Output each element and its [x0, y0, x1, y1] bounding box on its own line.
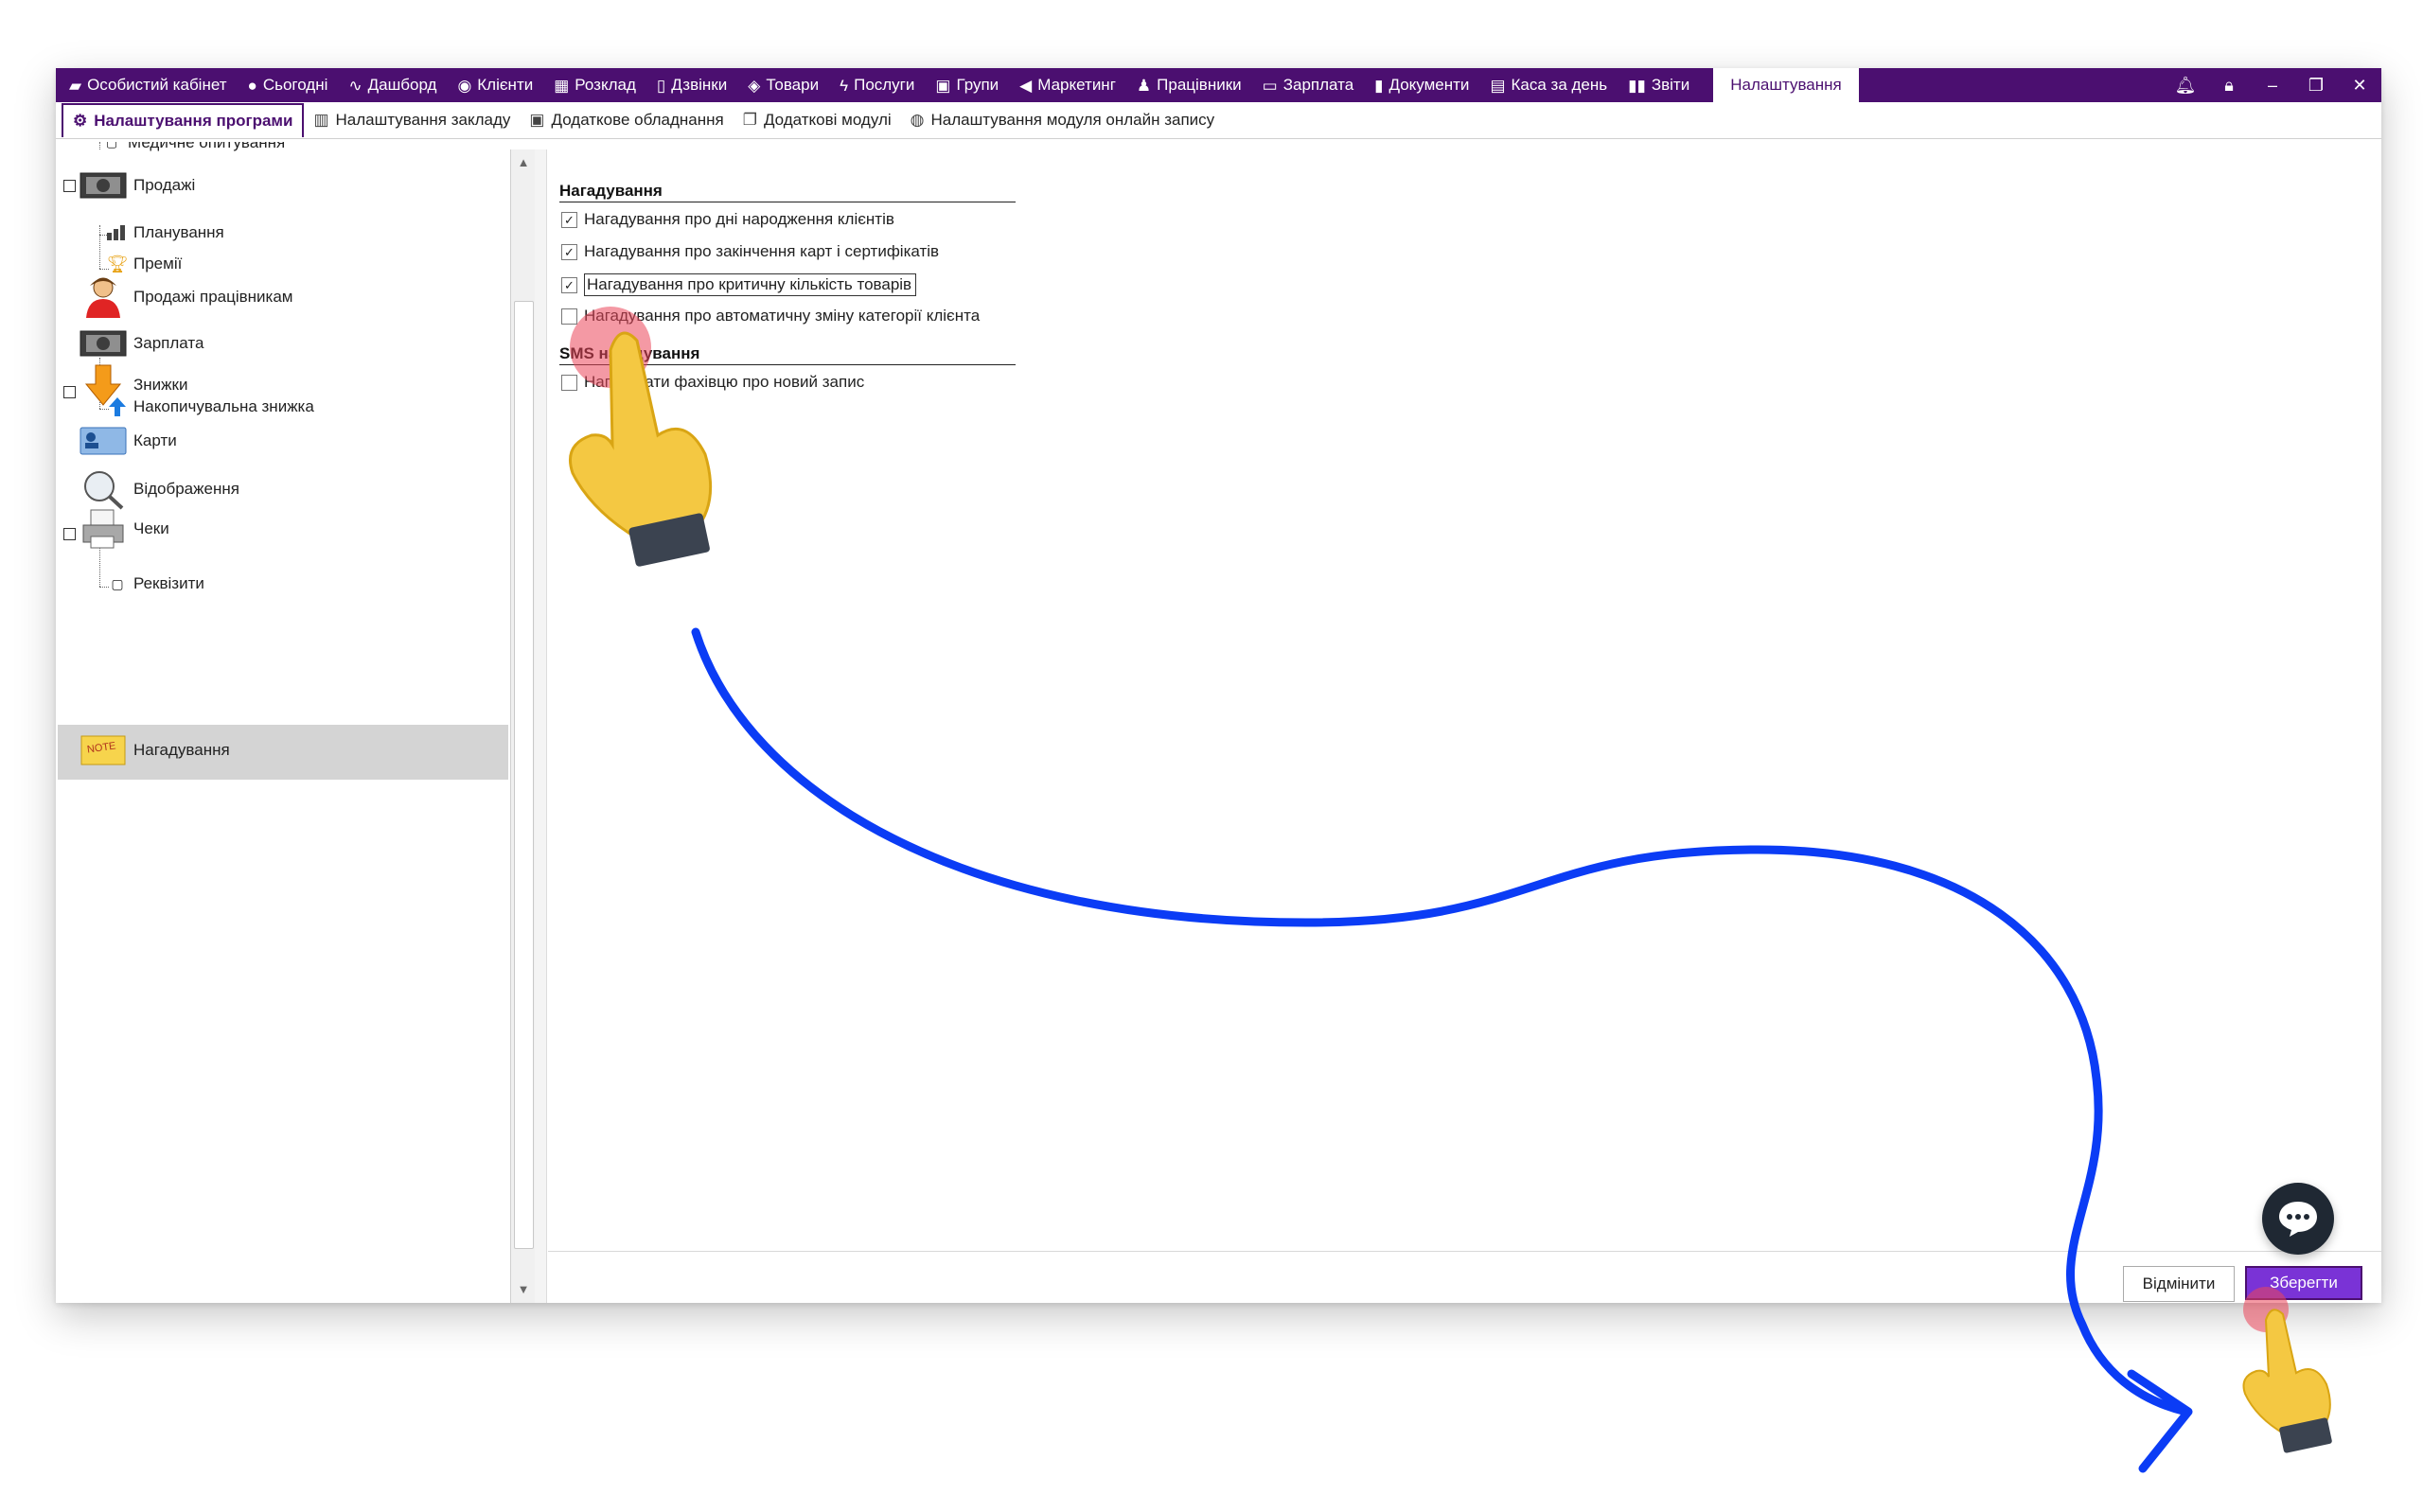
pointing-hand-icon: [569, 331, 713, 567]
guide-arrow: [691, 627, 2193, 1473]
pointing-hand-icon: [2242, 1309, 2332, 1453]
